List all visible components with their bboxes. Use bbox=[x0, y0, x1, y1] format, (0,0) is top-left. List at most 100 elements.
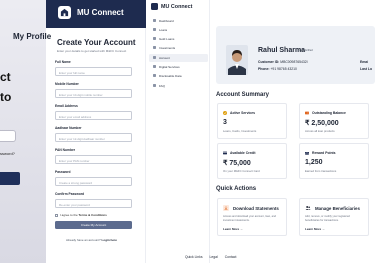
dashboard-icon bbox=[153, 19, 156, 23]
action-title: Manage Beneficiaries bbox=[315, 205, 360, 211]
manage-beneficiaries-card[interactable]: Manage Beneficiaries Add, remove, or mod… bbox=[299, 198, 369, 236]
password-input[interactable]: Create a strong password bbox=[55, 177, 132, 186]
bank-logo-icon bbox=[58, 6, 71, 19]
sidebar-item-label: Disclosable Data bbox=[159, 74, 182, 79]
brand-title: MU Connect bbox=[77, 8, 124, 17]
confirm-password-placeholder: Re-enter your password bbox=[59, 202, 90, 207]
download-statements-card[interactable]: Download Statements Access and download … bbox=[217, 198, 287, 236]
card-title: Outstanding Balance bbox=[312, 111, 346, 115]
customer-id-label: Customer ID: bbox=[258, 60, 280, 64]
card-value: ₹ 75,000 bbox=[223, 160, 251, 167]
learn-more-link[interactable]: Learn More → bbox=[223, 227, 243, 231]
login-link[interactable]: Login here bbox=[102, 238, 117, 242]
dashboard-brand: MU Connect bbox=[161, 4, 193, 10]
avatar bbox=[226, 45, 248, 75]
login-prompt-text: Already have an account? bbox=[66, 238, 102, 242]
mobile-number-input[interactable]: Enter your 10-digit mobile number bbox=[55, 89, 132, 98]
sidebar-item-label: Investments bbox=[159, 46, 176, 51]
phone-label: Phone: bbox=[258, 67, 270, 71]
reward-points-card: Reward Points 1,250 Earned from transact… bbox=[299, 143, 369, 179]
footer-links: Quick Links Legal Contact bbox=[185, 255, 242, 259]
mobile-number-label: Mobile Number bbox=[55, 82, 79, 86]
login-button[interactable] bbox=[0, 172, 20, 185]
aadhaar-input[interactable]: Enter your 12-digit Aadhaar number bbox=[55, 133, 132, 142]
email-placeholder: Enter your email address bbox=[59, 114, 92, 119]
password-placeholder: Create a strong password bbox=[59, 180, 93, 185]
phone: Phone: +91 98765 43210 bbox=[258, 67, 297, 71]
sidebar-item-investments[interactable]: Investments bbox=[149, 44, 208, 52]
sidebar-item-label: Dashboard bbox=[159, 19, 174, 24]
confirm-password-input[interactable]: Re-enter your password bbox=[55, 199, 132, 208]
card-subtitle: Earned from transactions bbox=[305, 169, 337, 173]
full-name-label: Full Name bbox=[55, 60, 71, 64]
full-name-input[interactable]: Enter your full name bbox=[55, 67, 132, 76]
customer-id-value: MBC0098765432I bbox=[280, 60, 308, 64]
email-input[interactable]: Enter your email address bbox=[55, 111, 132, 120]
aadhaar-placeholder: Enter your 12-digit Aadhaar number bbox=[59, 136, 105, 141]
card-value: 1,250 bbox=[305, 159, 323, 166]
login-heading-line2: to bbox=[0, 90, 12, 104]
pan-placeholder: Enter your PAN number bbox=[59, 158, 90, 163]
sidebar-item-faq[interactable]: FAQ bbox=[149, 82, 208, 90]
create-account-label: Create My Account bbox=[80, 223, 107, 228]
card-subtitle: On your M&FC Connect Card bbox=[223, 169, 260, 173]
forgot-password-link[interactable]: ssword? bbox=[0, 151, 15, 156]
card-value: 3 bbox=[223, 119, 227, 126]
sidebar-item-gold-loans[interactable]: Gold Loans bbox=[149, 35, 208, 43]
footer-link-legal[interactable]: Legal bbox=[209, 255, 217, 259]
sidebar-item-loans[interactable]: Loans bbox=[149, 26, 208, 34]
loans-icon bbox=[153, 28, 156, 32]
customer-id: Customer ID: MBC0098765432I bbox=[258, 60, 308, 64]
login-input-field[interactable] bbox=[0, 130, 16, 142]
sidebar-item-label: Digital Services bbox=[159, 65, 180, 70]
register-title: Create Your Account bbox=[57, 38, 136, 47]
terms-prefix: I agree to the bbox=[60, 213, 79, 217]
bank-logo-icon bbox=[151, 3, 158, 10]
document-icon bbox=[153, 74, 156, 78]
footer-link-contact[interactable]: Contact bbox=[225, 255, 237, 259]
digital-services-icon bbox=[153, 65, 156, 69]
card-subtitle: Loans, Cards, Investments bbox=[223, 129, 257, 133]
investments-icon bbox=[153, 46, 156, 50]
footer-link-quick-links[interactable]: Quick Links bbox=[185, 255, 203, 259]
download-icon bbox=[223, 205, 229, 211]
card-title: Active Services bbox=[230, 111, 256, 115]
outstanding-balance-card: Outstanding Balance ₹ 2,50,000 Across al… bbox=[299, 103, 369, 139]
action-desc: beneficiaries for transactions. bbox=[305, 219, 339, 222]
login-heading-line1: ct bbox=[0, 70, 11, 84]
email-label: Emai bbox=[360, 60, 369, 64]
sidebar-item-label: Loans bbox=[159, 28, 168, 33]
account-summary-title: Account Summary bbox=[216, 92, 270, 98]
learn-more-link[interactable]: Learn More → bbox=[305, 227, 325, 231]
sidebar-item-disclosable-data[interactable]: Disclosable Data bbox=[149, 72, 208, 80]
sidebar-item-account[interactable]: Account bbox=[149, 54, 208, 62]
aadhaar-label: Aadhaar Number bbox=[55, 126, 82, 130]
quick-actions-title: Quick Actions bbox=[216, 186, 257, 192]
phone-value: +91 98765 43210 bbox=[270, 67, 297, 71]
available-credit-card: Available Credit ₹ 75,000 On your M&FC C… bbox=[217, 143, 287, 179]
email-label: Email Address bbox=[55, 104, 78, 108]
action-title: Download Statements bbox=[233, 205, 279, 211]
confirm-password-label: Confirm Password bbox=[55, 192, 85, 196]
account-icon bbox=[153, 56, 156, 60]
sidebar-item-label: FAQ bbox=[159, 84, 166, 89]
sidebar-item-dashboard[interactable]: Dashboard bbox=[149, 17, 208, 25]
login-prompt: Already have an account? Login here bbox=[66, 238, 117, 242]
gold-icon bbox=[153, 37, 156, 41]
terms-checkbox[interactable] bbox=[55, 214, 58, 217]
pan-label: PAN Number bbox=[55, 148, 76, 152]
create-account-button[interactable]: Create My Account bbox=[55, 221, 132, 229]
pan-input[interactable]: Enter your PAN number bbox=[55, 155, 132, 164]
dashboard-sidebar: MU Connect Dashboard Loans Gold Loans In… bbox=[146, 0, 210, 263]
card-title: Reward Points bbox=[312, 151, 336, 155]
active-services-card: Active Services 3 Loans, Cards, Investme… bbox=[217, 103, 287, 139]
users-icon bbox=[305, 206, 311, 210]
card-subtitle: Across all loan products bbox=[305, 129, 335, 133]
check-icon bbox=[223, 111, 227, 115]
sidebar-item-digital-services[interactable]: Digital Services bbox=[149, 63, 208, 71]
action-desc: Access and download your account, loan, … bbox=[223, 215, 276, 218]
card-icon bbox=[223, 151, 227, 155]
wallet-icon bbox=[305, 111, 309, 115]
terms-link[interactable]: Terms & Conditions bbox=[79, 213, 107, 217]
profile-title: My Profile bbox=[13, 32, 52, 41]
